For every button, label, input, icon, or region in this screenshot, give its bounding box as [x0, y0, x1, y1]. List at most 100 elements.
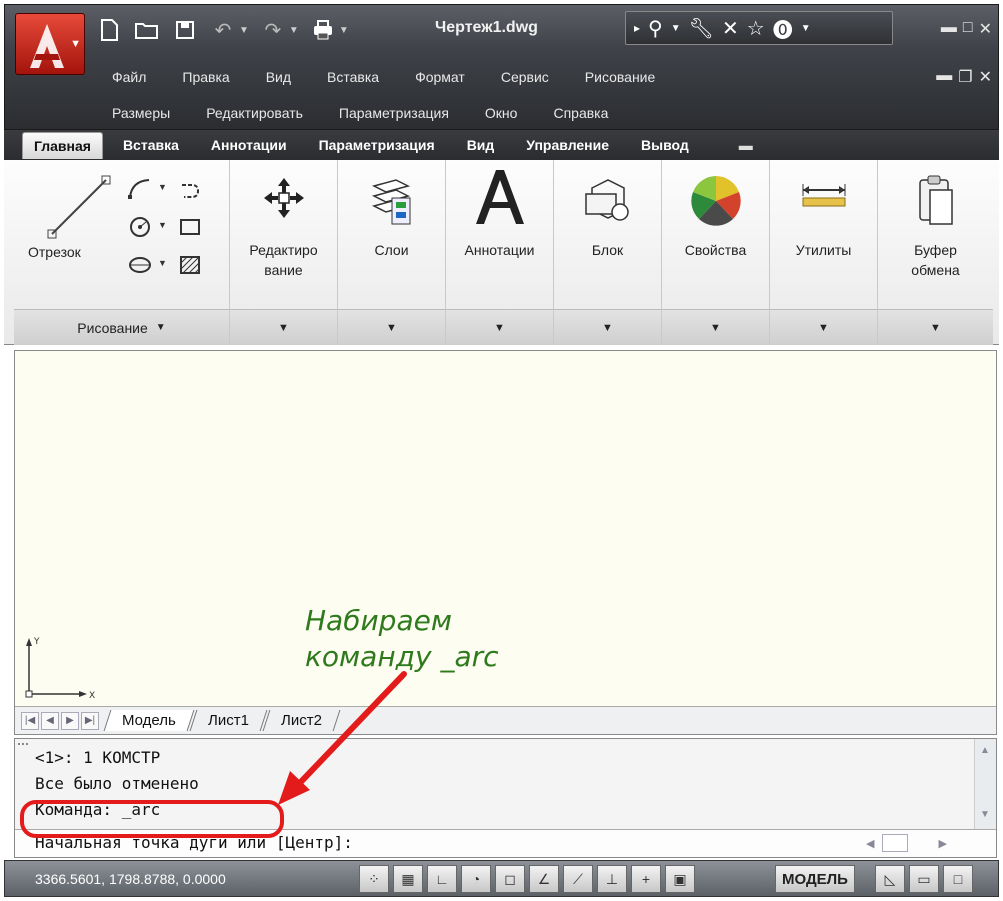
panel-block[interactable]: Блок ▼ — [554, 160, 662, 345]
menu-help[interactable]: Справка — [553, 105, 608, 121]
command-scrollbar[interactable]: ▲ ▼ — [974, 739, 996, 831]
drawing-canvas[interactable]: Набираем команду _arc Y X |◀ ◀ ▶ ▶| Моде… — [14, 350, 997, 735]
menu-file[interactable]: Файл — [112, 69, 146, 85]
object-snap-icon[interactable]: ◻ — [495, 865, 525, 893]
chevron-down-icon[interactable]: ▼ — [158, 182, 167, 192]
panel-properties[interactable]: Свойства ▼ — [662, 160, 770, 345]
object-snap-tracking-icon[interactable]: ∠ — [529, 865, 559, 893]
restore-icon[interactable]: ❐ — [958, 67, 972, 87]
redo-icon[interactable]: ↷ — [259, 16, 287, 44]
tab-view[interactable]: Вид — [455, 131, 507, 159]
panel-draw-footer[interactable]: Рисование ▼ — [14, 309, 229, 345]
command-horizontal-scrollbar[interactable]: ◀ ▶ — [866, 833, 966, 853]
hatch-icon[interactable] — [174, 250, 206, 280]
panel-annotation[interactable]: Аннотации ▼ — [446, 160, 554, 345]
chevron-down-icon[interactable]: ▼ — [339, 25, 349, 36]
next-layout-icon[interactable]: ▶ — [61, 711, 79, 730]
open-folder-icon[interactable] — [133, 16, 161, 44]
menu-insert[interactable]: Вставка — [327, 69, 379, 85]
grid-icon[interactable]: ▦ — [393, 865, 423, 893]
close-icon[interactable]: ✕ — [979, 19, 992, 39]
first-layout-icon[interactable]: |◀ — [21, 711, 39, 730]
scroll-left-icon[interactable]: ◀ — [866, 837, 874, 850]
polar-tracking-icon[interactable]: ◔ — [461, 865, 491, 893]
minimize-icon[interactable]: ▬ — [941, 19, 957, 39]
prev-layout-icon[interactable]: ◀ — [41, 711, 59, 730]
panel-properties-footer[interactable]: ▼ — [662, 309, 769, 345]
menu-parametric[interactable]: Параметризация — [339, 105, 449, 121]
menu-view[interactable]: Вид — [266, 69, 291, 85]
panel-annotation-footer[interactable]: ▼ — [446, 309, 553, 345]
ellipse-icon[interactable] — [124, 250, 156, 280]
tab-layout1[interactable]: Лист1 — [189, 710, 268, 731]
fullscreen-icon[interactable]: □ — [943, 865, 973, 893]
chevron-down-icon[interactable]: ▼ — [158, 258, 167, 268]
command-window-grip[interactable] — [18, 743, 28, 747]
binoculars-icon[interactable]: ⚲ — [648, 16, 663, 41]
chevron-down-icon[interactable]: ▼ — [289, 25, 299, 36]
new-file-icon[interactable] — [95, 16, 123, 44]
tab-annotate[interactable]: Аннотации — [199, 131, 299, 159]
panel-clipboard-footer[interactable]: ▼ — [878, 309, 993, 345]
spline-icon[interactable] — [174, 174, 206, 204]
scroll-right-icon[interactable]: ▶ — [938, 837, 946, 850]
quick-view-icon[interactable]: ▭ — [909, 865, 939, 893]
panel-layers[interactable]: Слои ▼ — [338, 160, 446, 345]
polyline-icon[interactable] — [124, 174, 156, 204]
menu-window[interactable]: Окно — [485, 105, 518, 121]
menu-format[interactable]: Формат — [415, 69, 465, 85]
chevron-down-icon[interactable]: ▼ — [801, 23, 811, 34]
tab-manage[interactable]: Управление — [514, 131, 621, 159]
rectangle-icon[interactable] — [174, 212, 206, 242]
menu-tools[interactable]: Сервис — [501, 69, 549, 85]
scroll-thumb[interactable] — [882, 834, 909, 852]
panel-clipboard[interactable]: Буфер обмена ▼ — [878, 160, 993, 345]
chevron-down-icon[interactable]: ▼ — [158, 220, 167, 230]
snap-mode-icon[interactable]: ⁘ — [359, 865, 389, 893]
menu-dimension[interactable]: Размеры — [112, 105, 170, 121]
dynamic-ucs-icon[interactable]: ⟋ — [563, 865, 593, 893]
ribbon-minimize-icon[interactable]: ▬ — [727, 131, 765, 159]
tab-parametric[interactable]: Параметризация — [307, 131, 447, 159]
menu-modify[interactable]: Редактировать — [206, 105, 303, 121]
dynamic-input-icon[interactable]: ⊥ — [597, 865, 627, 893]
minimize-icon[interactable]: ▬ — [936, 67, 952, 87]
lineweight-icon[interactable]: + — [631, 865, 661, 893]
tab-model[interactable]: Модель — [103, 710, 195, 731]
panel-utilities-footer[interactable]: ▼ — [770, 309, 877, 345]
satellite-icon[interactable]: ✕ — [722, 16, 739, 41]
panel-modify-footer[interactable]: ▼ — [230, 309, 337, 345]
expand-arrow-icon[interactable]: ▸ — [634, 21, 640, 35]
ortho-icon[interactable]: ∟ — [427, 865, 457, 893]
application-menu-button[interactable]: ▼ — [15, 13, 85, 75]
tab-layout2[interactable]: Лист2 — [262, 710, 341, 731]
scroll-down-icon[interactable]: ▼ — [980, 809, 990, 820]
panel-modify[interactable]: Редактиро вание ▼ — [230, 160, 338, 345]
last-layout-icon[interactable]: ▶| — [81, 711, 99, 730]
model-space-button[interactable]: МОДЕЛЬ — [775, 865, 855, 893]
save-icon[interactable] — [171, 16, 199, 44]
undo-icon[interactable]: ↶ — [209, 16, 237, 44]
plot-icon[interactable] — [309, 16, 337, 44]
menu-edit[interactable]: Правка — [182, 69, 229, 85]
scroll-up-icon[interactable]: ▲ — [980, 745, 990, 756]
panel-block-footer[interactable]: ▼ — [554, 309, 661, 345]
tab-output[interactable]: Вывод — [629, 131, 701, 159]
menu-draw[interactable]: Рисование — [585, 69, 656, 85]
chevron-down-icon[interactable]: ▼ — [671, 23, 681, 34]
chevron-down-icon[interactable]: ▼ — [239, 25, 249, 36]
layout-viewport-icon[interactable]: ◺ — [875, 865, 905, 893]
tab-insert[interactable]: Вставка — [111, 131, 191, 159]
panel-layers-footer[interactable]: ▼ — [338, 309, 445, 345]
star-icon[interactable]: ☆ — [747, 16, 765, 41]
maximize-icon[interactable]: □ — [963, 19, 973, 39]
close-icon[interactable]: ✕ — [979, 67, 992, 87]
line-tool-icon[interactable] — [44, 172, 114, 242]
key-icon[interactable]: 🔧︎ — [689, 16, 714, 41]
tab-home[interactable]: Главная — [22, 131, 103, 159]
line-tool-label[interactable]: Отрезок — [28, 242, 118, 262]
circle-icon[interactable] — [124, 212, 156, 242]
help-icon[interactable]: ⓿ — [773, 14, 793, 43]
quick-properties-icon[interactable]: ▣ — [665, 865, 695, 893]
panel-utilities[interactable]: Утилиты ▼ — [770, 160, 878, 345]
